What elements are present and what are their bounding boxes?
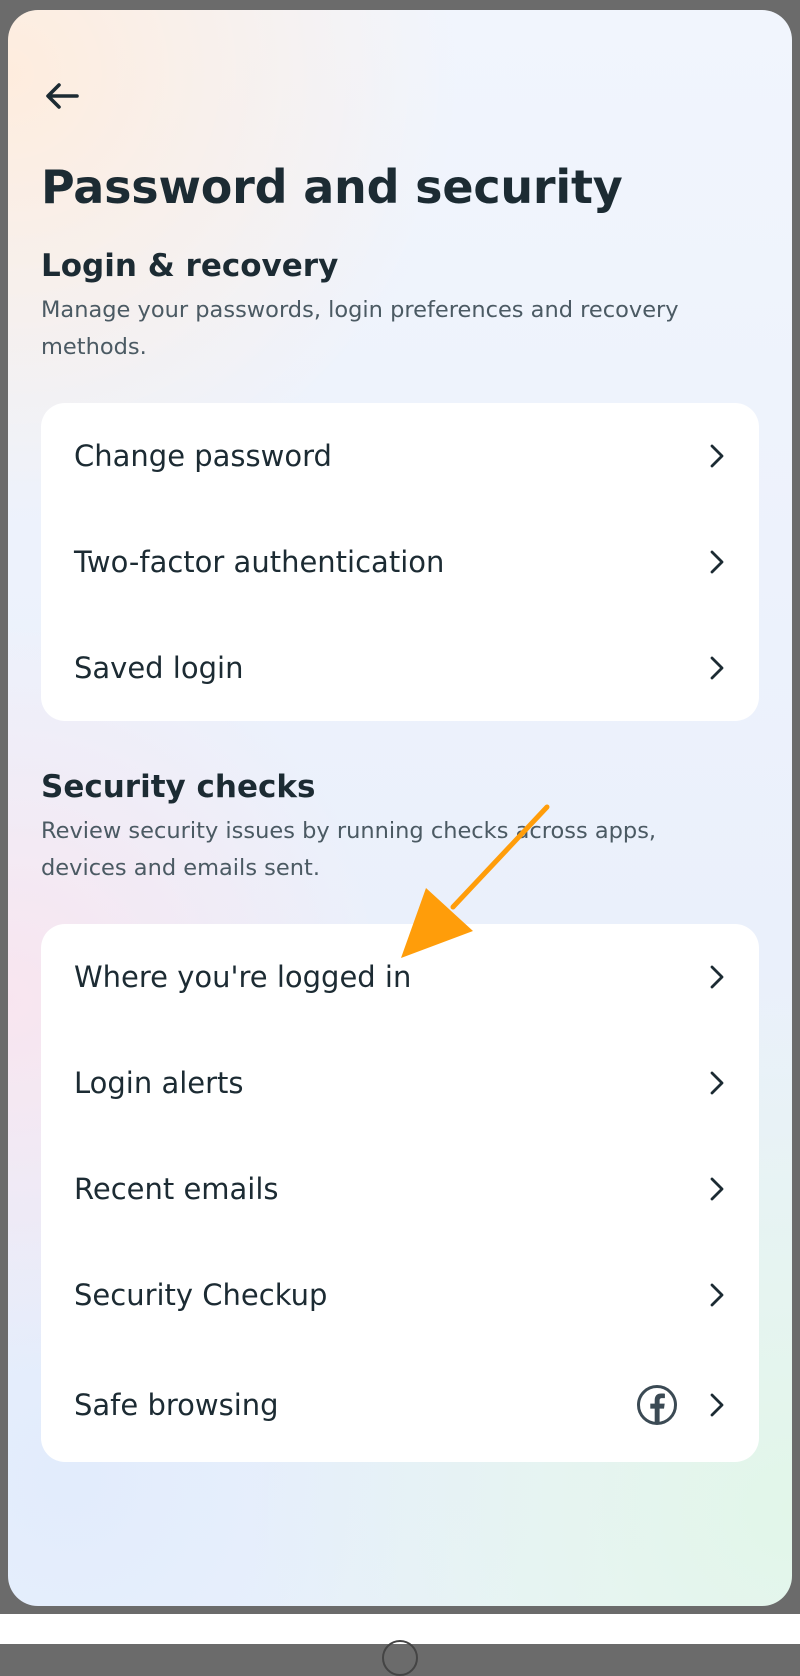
settings-sheet: Password and security Login & recovery M… — [8, 10, 792, 1606]
section-title-login-recovery: Login & recovery — [41, 248, 339, 284]
security-checkup-label: Security Checkup — [74, 1278, 328, 1312]
chevron-right-icon — [701, 1390, 725, 1420]
chevron-right-icon — [701, 547, 725, 577]
chevron-right-icon — [701, 1068, 725, 1098]
section-description-security-checks: Review security issues by running checks… — [41, 818, 657, 881]
saved-login-label: Saved login — [74, 651, 244, 685]
chevron-right-icon — [701, 1280, 725, 1310]
recent-emails-label: Recent emails — [74, 1172, 279, 1206]
change-password-item[interactable]: Change password — [41, 403, 759, 509]
safe-browsing-item[interactable]: Safe browsing — [41, 1348, 759, 1462]
recent-emails-item[interactable]: Recent emails — [41, 1136, 759, 1242]
facebook-icon — [635, 1383, 679, 1427]
login-recovery-card: Change password Two-factor authenticatio… — [41, 403, 759, 721]
chevron-right-icon — [701, 1174, 725, 1204]
chevron-right-icon — [701, 962, 725, 992]
chevron-right-icon — [701, 653, 725, 683]
where-logged-in-label: Where you're logged in — [74, 960, 412, 994]
where-logged-in-item[interactable]: Where you're logged in — [41, 924, 759, 1030]
change-password-label: Change password — [74, 439, 332, 473]
back-button[interactable] — [38, 72, 86, 120]
security-checkup-item[interactable]: Security Checkup — [41, 1242, 759, 1348]
page-title: Password and security — [41, 160, 623, 214]
section-title-security-checks: Security checks — [41, 769, 316, 805]
login-alerts-item[interactable]: Login alerts — [41, 1030, 759, 1136]
login-alerts-label: Login alerts — [74, 1066, 244, 1100]
two-factor-authentication-item[interactable]: Two-factor authentication — [41, 509, 759, 615]
safe-browsing-label: Safe browsing — [74, 1388, 279, 1422]
saved-login-item[interactable]: Saved login — [41, 615, 759, 721]
arrow-left-icon — [46, 83, 79, 109]
chevron-right-icon — [701, 441, 725, 471]
security-checks-card: Where you're logged in Login alerts Rece… — [41, 924, 759, 1462]
two-factor-authentication-label: Two-factor authentication — [74, 545, 445, 579]
home-button[interactable] — [382, 1640, 418, 1676]
section-description-login-recovery: Manage your passwords, login preferences… — [41, 297, 679, 360]
